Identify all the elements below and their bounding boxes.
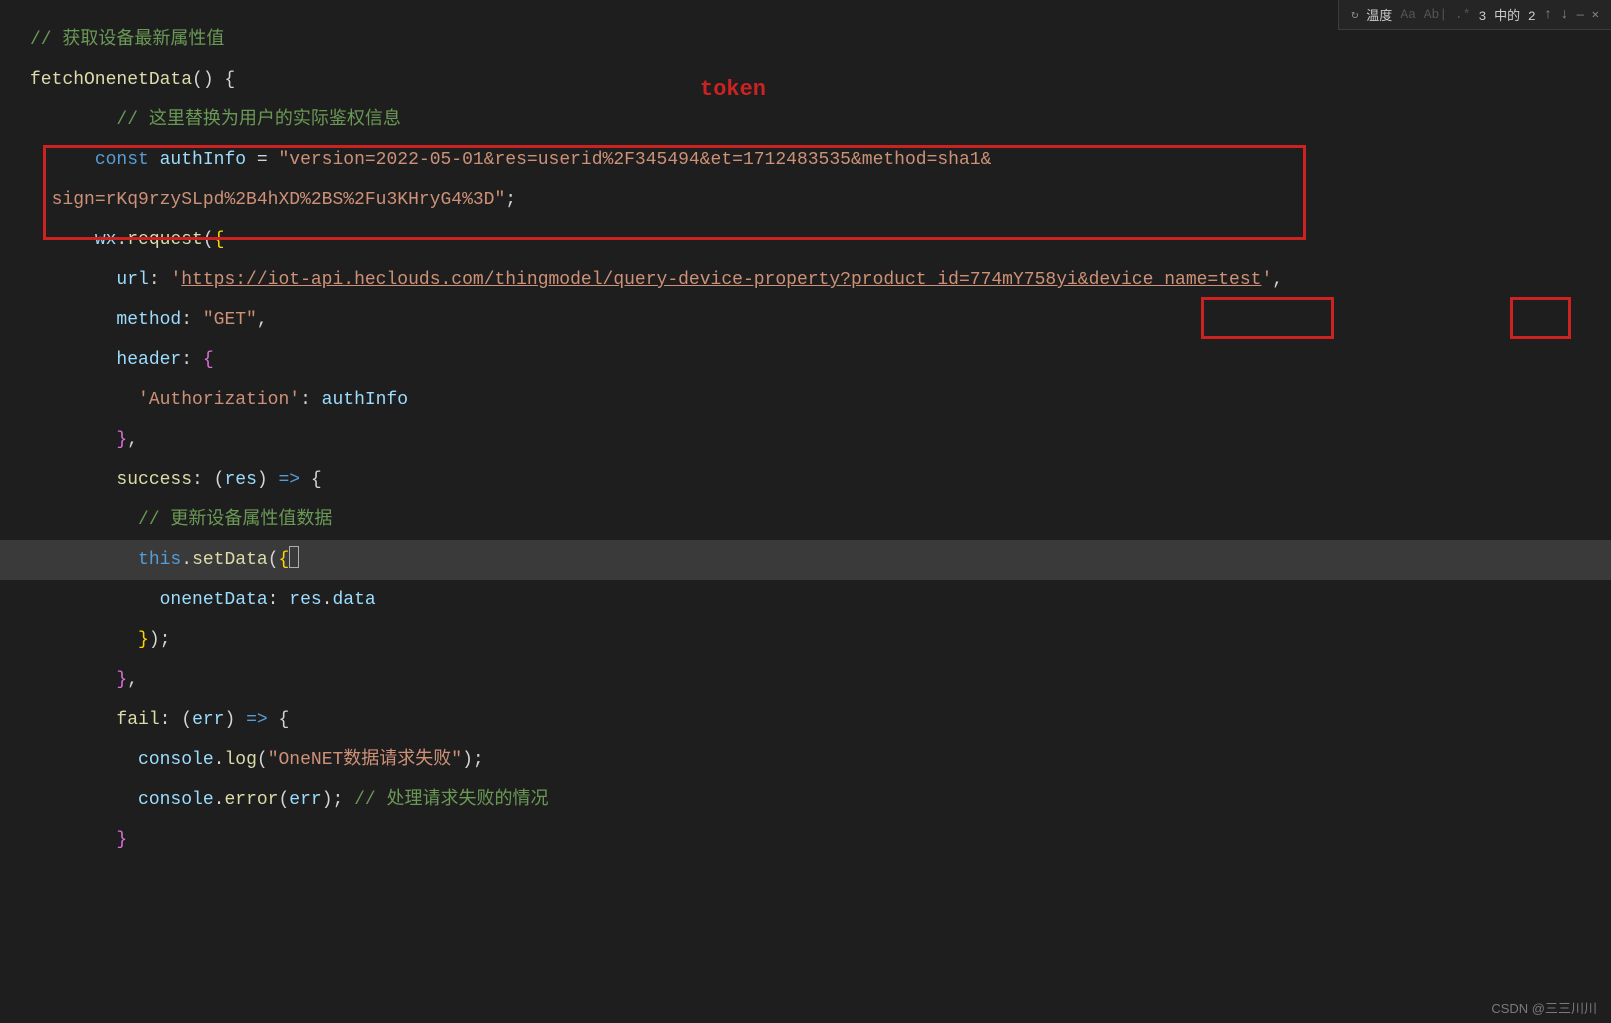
comment: // 获取设备最新属性值 bbox=[30, 30, 224, 50]
code-line: url: 'https://iot-api.heclouds.com/thing… bbox=[0, 260, 1611, 300]
watermark: CSDN @三三川川 bbox=[1491, 998, 1597, 1017]
code-line: header: { bbox=[0, 340, 1611, 380]
code-editor[interactable]: // 获取设备最新属性值 fetchOnenetData() { // 这里替换… bbox=[0, 0, 1611, 860]
find-count: 3 中的 2 bbox=[1479, 5, 1536, 24]
find-options[interactable]: Aa Ab| .* bbox=[1400, 7, 1470, 22]
find-prev-icon[interactable]: ↑ bbox=[1544, 7, 1552, 23]
code-line: console.error(err); // 处理请求失败的情况 bbox=[0, 780, 1611, 820]
code-line: } bbox=[0, 820, 1611, 860]
code-line: fail: (err) => { bbox=[0, 700, 1611, 740]
code-line: onenetData: res.data bbox=[0, 580, 1611, 620]
code-line: // 更新设备属性值数据 bbox=[0, 500, 1611, 540]
editor-cursor bbox=[289, 546, 299, 568]
code-line: success: (res) => { bbox=[0, 460, 1611, 500]
code-line: }, bbox=[0, 420, 1611, 460]
code-line: fetchOnenetData() { bbox=[0, 60, 1611, 100]
find-close-icon[interactable]: ✕ bbox=[1592, 7, 1599, 22]
find-replace-bar[interactable]: ↻ 温度 Aa Ab| .* 3 中的 2 ↑ ↓ — ✕ bbox=[1338, 0, 1611, 30]
replace-toggle-icon[interactable]: ↻ bbox=[1351, 7, 1358, 22]
code-line: }, bbox=[0, 660, 1611, 700]
find-min-icon[interactable]: — bbox=[1577, 8, 1584, 22]
request-url: https://iot-api.heclouds.com/thingmodel/… bbox=[181, 270, 1261, 290]
code-line: const authInfo = "version=2022-05-01&res… bbox=[0, 140, 1611, 180]
code-line: method: "GET", bbox=[0, 300, 1611, 340]
code-line: wx.request({ bbox=[0, 220, 1611, 260]
find-next-icon[interactable]: ↓ bbox=[1560, 7, 1568, 23]
code-line: sign=rKq9rzySLpd%2B4hXD%2BS%2Fu3KHryG4%3… bbox=[0, 180, 1611, 220]
code-line: console.log("OneNET数据请求失败"); bbox=[0, 740, 1611, 780]
code-line: }); bbox=[0, 620, 1611, 660]
code-line-active: this.setData({ bbox=[0, 540, 1611, 580]
code-line: 'Authorization': authInfo bbox=[0, 380, 1611, 420]
find-term[interactable]: 温度 bbox=[1366, 5, 1392, 24]
code-line: // 这里替换为用户的实际鉴权信息 bbox=[0, 100, 1611, 140]
